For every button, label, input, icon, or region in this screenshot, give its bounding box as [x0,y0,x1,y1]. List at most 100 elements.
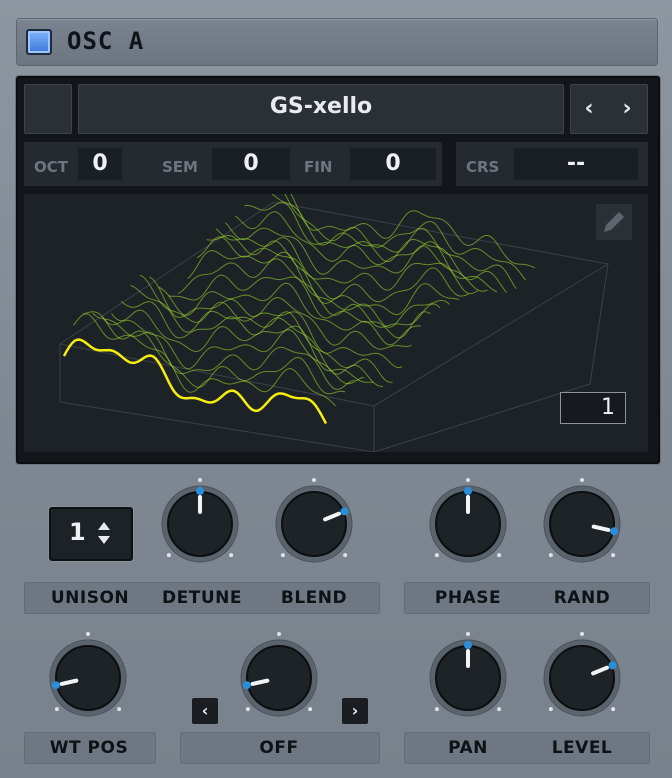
semitone-control[interactable]: SEM 0 [152,142,300,186]
knob-tick [277,632,281,636]
unison-voices-stepper[interactable]: 1 [49,507,133,561]
octave-label: OCT [34,158,68,176]
fine-control[interactable]: FIN 0 [294,142,442,186]
knob-body [55,645,121,711]
knob-graphic [49,632,127,717]
knob-tick [229,553,234,558]
wavetable-display[interactable]: 1 [24,194,648,452]
knob-tick [434,707,439,712]
tuning-row: OCT 0 SEM 0 FIN 0 CRS -- [24,142,648,186]
knob-value-marker [464,641,472,649]
knob-tick [466,478,470,482]
wt-pos-label: WT POS [49,738,129,758]
octave-control[interactable]: OCT 0 [24,142,172,186]
chevron-right-icon[interactable]: › [615,97,639,121]
knob-value-marker [242,681,251,690]
semitone-label: SEM [162,158,198,176]
wavetable-frame-line [158,282,421,346]
phase-knob[interactable] [418,472,518,572]
coarse-value[interactable]: -- [514,148,638,180]
wavetable-frame-line [149,276,412,350]
oscillator-header: OSC A [16,18,658,66]
up-down-arrows-icon[interactable] [95,518,113,548]
wavetable-frame-line [130,284,393,383]
knob-tick [580,478,584,482]
knob-tick [343,553,348,558]
wavetable-frame-line [73,313,336,407]
phase-label: PHASE [434,588,502,608]
wavetable-frame-line [92,312,355,390]
knob-value-marker [610,527,619,536]
octave-value[interactable]: 0 [78,148,122,180]
knob-tick [466,632,470,636]
knob-value-marker [340,507,349,516]
knob-body [549,491,615,557]
oscillator-title: OSC A [67,27,145,55]
knob-graphic [275,478,353,563]
pan-label: PAN [448,738,488,758]
preset-menu-button[interactable] [24,84,72,134]
semitone-value[interactable]: 0 [212,148,290,180]
knob-tick [611,707,616,712]
knob-tick [548,553,553,558]
unison-label: UNISON [50,588,130,608]
level-label: LEVEL [551,738,613,758]
wavetable-3d-view [59,194,609,452]
knob-tick [245,707,250,712]
knob-graphic [429,478,507,563]
knob-body [549,645,615,711]
preset-bar: GS-xello ‹ › [24,84,648,134]
blend-label: BLEND [280,588,348,608]
wt-pos-knob[interactable] [38,626,138,726]
knob-body [246,645,312,711]
unison-value: 1 [69,518,86,546]
knob-tick [308,707,313,712]
preset-name: GS-xello [269,94,373,119]
knob-graphic [240,632,318,717]
pan-knob[interactable] [418,626,518,726]
preset-nav: ‹ › [570,84,648,134]
fine-value[interactable]: 0 [350,148,436,180]
knob-graphic [429,632,507,717]
knob-tick [580,632,584,636]
knob-tick [611,553,616,558]
knob-value-marker [51,681,60,690]
filter-route-label[interactable]: OFF [219,738,339,758]
knob-tick [497,553,502,558]
wavetable-frame-line [82,311,346,395]
level-knob[interactable] [532,626,632,726]
coarse-label: CRS [466,158,500,176]
knob-graphic [543,632,621,717]
knob-body [281,491,347,557]
wavetable-frame-line [168,274,431,339]
knob-graphic [161,478,239,563]
knob-tick [86,632,90,636]
rand-label: RAND [553,588,611,608]
pencil-icon[interactable] [594,202,634,242]
knob-tick [280,553,285,558]
knob-graphic [543,478,621,563]
knob-value-marker [464,487,472,495]
wavetable-panel: GS-xello ‹ › OCT 0 SEM 0 FIN 0 CRS -- 1 [16,76,660,464]
filter-route-knob[interactable] [229,626,329,726]
knob-tick [198,478,202,482]
knob-tick [54,707,59,712]
knob-tick [117,707,122,712]
knob-tick [548,707,553,712]
knob-tick [497,707,502,712]
chevron-left-icon[interactable]: ‹ [192,698,218,724]
wavetable-frame-number[interactable]: 1 [560,392,626,424]
power-toggle[interactable] [26,29,52,55]
chevron-right-icon[interactable]: › [342,698,368,724]
coarse-control[interactable]: CRS -- [456,142,648,186]
chevron-left-icon[interactable]: ‹ [577,97,601,121]
detune-label: DETUNE [162,588,242,608]
preset-name-field[interactable]: GS-xello [78,84,564,134]
knob-tick [312,478,316,482]
detune-knob[interactable] [150,472,250,572]
knob-tick [434,553,439,558]
fine-label: FIN [304,158,333,176]
blend-knob[interactable] [264,472,364,572]
knob-value-marker [196,487,204,495]
rand-knob[interactable] [532,472,632,572]
